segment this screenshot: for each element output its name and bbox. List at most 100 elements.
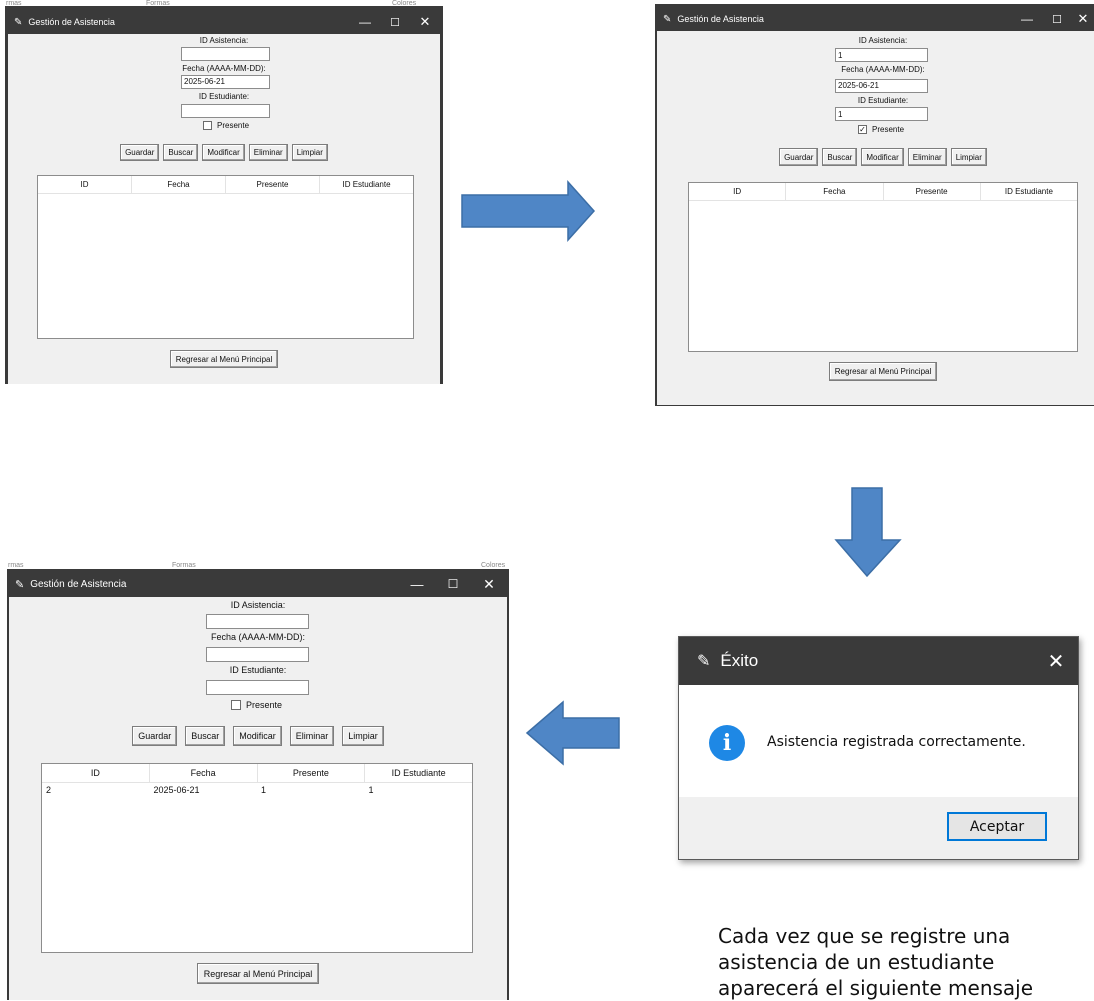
maximize-icon[interactable]: ☐ xyxy=(380,16,410,29)
buscar-button[interactable]: Buscar xyxy=(185,726,226,746)
asistencia-table[interactable]: ID Fecha Presente ID Estudiante xyxy=(688,182,1078,352)
back-wrapper: Regresar al Menú Principal xyxy=(657,362,1094,381)
id-asistencia-input[interactable] xyxy=(206,614,309,629)
caption-line-1: Cada vez que se registre una xyxy=(718,924,1011,948)
buscar-button[interactable]: Buscar xyxy=(822,148,858,166)
window-asistencia-1: ✎ Gestión de Asistencia — ☐ ✕ ID Asisten… xyxy=(8,10,440,384)
id-asistencia-label: ID Asistencia: xyxy=(230,600,286,610)
table-header: ID Fecha Presente ID Estudiante xyxy=(42,764,472,783)
column-header-fecha[interactable]: Fecha xyxy=(132,176,226,193)
minimize-icon[interactable]: — xyxy=(1012,12,1042,26)
window-title: Gestión de Asistencia xyxy=(677,14,764,24)
column-header-id-estudiante[interactable]: ID Estudiante xyxy=(981,183,1077,200)
title-bar: ✎ Gestión de Asistencia — ☐ ✕ xyxy=(9,571,507,597)
guardar-button[interactable]: Guardar xyxy=(779,148,819,166)
id-estudiante-input[interactable]: 1 xyxy=(835,107,928,121)
table-header: ID Fecha Presente ID Estudiante xyxy=(689,183,1077,201)
button-row: Guardar Buscar Modificar Eliminar Limpia… xyxy=(657,148,1094,166)
presente-checkbox[interactable]: ✓ Presente xyxy=(858,125,904,134)
maximize-icon[interactable]: ☐ xyxy=(1042,13,1072,26)
minimize-icon[interactable]: — xyxy=(350,15,380,29)
modificar-button[interactable]: Modificar xyxy=(861,148,904,166)
aceptar-button[interactable]: Aceptar xyxy=(947,812,1047,841)
cell-presente: 1 xyxy=(261,785,267,795)
column-header-id[interactable]: ID xyxy=(689,183,787,200)
id-estudiante-input[interactable] xyxy=(181,104,270,118)
table-row[interactable]: 2 2025-06-21 1 1 xyxy=(42,783,472,797)
id-asistencia-label: ID Asistencia: xyxy=(199,36,249,45)
eliminar-button[interactable]: Eliminar xyxy=(248,144,288,161)
presente-label: Presente xyxy=(246,700,283,710)
feather-icon: ✎ xyxy=(15,578,25,591)
presente-checkbox[interactable]: Presente xyxy=(231,700,282,710)
fecha-input[interactable]: 2025-06-21 xyxy=(835,79,928,93)
maximize-icon[interactable]: ☐ xyxy=(435,577,471,591)
column-header-presente[interactable]: Presente xyxy=(258,764,366,782)
id-asistencia-input[interactable] xyxy=(181,47,270,61)
id-estudiante-label: ID Estudiante: xyxy=(229,665,287,675)
column-header-id[interactable]: ID xyxy=(38,176,132,193)
fecha-label: Fecha (AAAA-MM-DD): xyxy=(210,632,305,642)
eliminar-button[interactable]: Eliminar xyxy=(289,726,335,746)
id-estudiante-input[interactable] xyxy=(206,680,309,695)
dialog-title: Éxito xyxy=(720,651,759,670)
id-estudiante-label: ID Estudiante: xyxy=(857,96,909,105)
modificar-button[interactable]: Modificar xyxy=(202,144,245,161)
regresar-menu-button[interactable]: Regresar al Menú Principal xyxy=(196,963,320,984)
table-header: ID Fecha Presente ID Estudiante xyxy=(38,176,413,194)
asistencia-table[interactable]: ID Fecha Presente ID Estudiante 2 2025-0… xyxy=(41,763,473,953)
limpiar-button[interactable]: Limpiar xyxy=(291,144,328,161)
close-icon[interactable]: ✕ xyxy=(1034,649,1078,674)
asistencia-table[interactable]: ID Fecha Presente ID Estudiante xyxy=(37,175,414,339)
window-asistencia-3: ✎ Gestión de Asistencia — ☐ ✕ ID Asisten… xyxy=(9,571,507,1000)
modificar-button[interactable]: Modificar xyxy=(233,726,282,746)
button-row: Guardar Buscar Modificar Eliminar Limpia… xyxy=(8,144,440,161)
fecha-label: Fecha (AAAA-MM-DD): xyxy=(182,64,266,73)
limpiar-button[interactable]: Limpiar xyxy=(950,148,987,166)
behind-text-colores: Colores xyxy=(481,562,506,569)
caption-line-3: aparecerá el siguiente mensaje xyxy=(718,976,1034,1000)
column-header-id[interactable]: ID xyxy=(42,764,150,782)
back-wrapper: Regresar al Menú Principal xyxy=(9,963,507,984)
eliminar-button[interactable]: Eliminar xyxy=(907,148,947,166)
close-icon[interactable]: ✕ xyxy=(410,14,440,30)
column-header-presente[interactable]: Presente xyxy=(884,183,981,200)
arrow-down-icon xyxy=(834,487,902,578)
window-title: Gestión de Asistencia xyxy=(28,17,115,27)
fecha-input[interactable]: 2025-06-21 xyxy=(181,75,270,89)
arrow-right-icon xyxy=(461,180,596,242)
cell-id: 2 xyxy=(46,785,52,795)
minimize-icon[interactable]: — xyxy=(399,577,435,592)
dialog-title-bar: ✎ Éxito ✕ xyxy=(679,637,1078,685)
cell-id-estudiante: 1 xyxy=(368,785,374,795)
presente-checkbox[interactable]: Presente xyxy=(203,121,249,130)
column-header-id-estudiante[interactable]: ID Estudiante xyxy=(365,764,472,782)
checkbox-box[interactable] xyxy=(231,700,241,710)
presente-label: Presente xyxy=(872,125,905,134)
id-asistencia-label: ID Asistencia: xyxy=(858,36,908,45)
guardar-button[interactable]: Guardar xyxy=(120,144,160,161)
title-bar: ✎ Gestión de Asistencia — ☐ ✕ xyxy=(657,7,1094,31)
feather-icon: ✎ xyxy=(14,16,23,28)
column-header-id-estudiante[interactable]: ID Estudiante xyxy=(320,176,413,193)
regresar-menu-button[interactable]: Regresar al Menú Principal xyxy=(828,362,938,381)
regresar-menu-button[interactable]: Regresar al Menú Principal xyxy=(169,350,279,368)
close-icon[interactable]: ✕ xyxy=(471,576,507,593)
title-bar: ✎ Gestión de Asistencia — ☐ ✕ xyxy=(8,10,440,34)
column-header-presente[interactable]: Presente xyxy=(226,176,320,193)
column-header-fecha[interactable]: Fecha xyxy=(150,764,258,782)
behind-text-left: rmas xyxy=(8,562,24,569)
back-wrapper: Regresar al Menú Principal xyxy=(8,350,440,368)
checkbox-box[interactable] xyxy=(203,121,212,130)
button-row: Guardar Buscar Modificar Eliminar Limpia… xyxy=(9,726,507,746)
info-icon: i xyxy=(709,725,745,761)
id-asistencia-input[interactable]: 1 xyxy=(835,48,928,62)
buscar-button[interactable]: Buscar xyxy=(163,144,199,161)
limpiar-button[interactable]: Limpiar xyxy=(342,726,384,746)
guardar-button[interactable]: Guardar xyxy=(132,726,178,746)
column-header-fecha[interactable]: Fecha xyxy=(786,183,884,200)
fecha-input[interactable] xyxy=(206,647,309,662)
close-icon[interactable]: ✕ xyxy=(1072,11,1094,27)
checkmark-icon[interactable]: ✓ xyxy=(858,125,867,134)
window-asistencia-2: ✎ Gestión de Asistencia — ☐ ✕ ID Asisten… xyxy=(657,7,1094,405)
